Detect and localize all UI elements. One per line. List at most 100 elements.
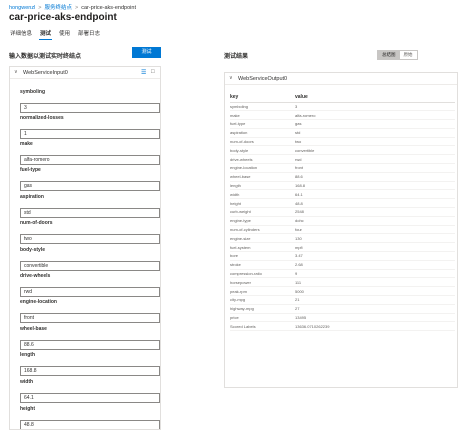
row-key: fuel-type — [230, 119, 295, 129]
table-row: width 64.1 — [230, 189, 455, 200]
symboling-input[interactable] — [20, 103, 160, 113]
input-panel-title: WebServiceInput0 — [23, 70, 68, 76]
test-button[interactable]: 测试 — [132, 47, 161, 58]
row-value: convertible — [295, 145, 455, 156]
row-value: dohc — [295, 216, 455, 226]
row-value: 111 — [295, 277, 455, 288]
field-label: body-style — [20, 247, 46, 253]
aspiration-input[interactable] — [20, 208, 160, 218]
row-key: symboling — [230, 102, 295, 112]
row-value: gas — [295, 119, 455, 129]
row-value: 130 — [295, 233, 455, 244]
table-row: peak-rpm 5000 — [230, 286, 455, 297]
field-normalized-losses: normalized-losses — [20, 115, 160, 140]
field-body-style: body-style — [20, 247, 160, 272]
engine-location-input[interactable] — [20, 313, 160, 323]
toggle-raw[interactable]: 原始 — [399, 51, 417, 59]
row-key: engine-location — [230, 163, 295, 173]
field-label: wheel-base — [20, 326, 47, 332]
table-row: num-of-cylinders four — [230, 225, 455, 235]
row-value: 88.6 — [295, 172, 455, 182]
row-key: highway-mpg — [230, 304, 295, 314]
output-panel-header[interactable]: ∨ WebServiceOutput0 — [225, 73, 457, 85]
tab-test[interactable]: 测试 — [39, 29, 53, 40]
row-value: 3.47 — [295, 251, 455, 261]
table-row: aspiration std — [230, 128, 455, 138]
breadcrumb-separator: > — [38, 5, 42, 11]
row-key: make — [230, 110, 295, 121]
width-input[interactable] — [20, 393, 160, 403]
field-label: normalized-losses — [20, 115, 64, 121]
row-value: 2.68 — [295, 260, 455, 270]
row-value: two — [295, 137, 455, 147]
page-title: car-price-aks-endpoint — [9, 12, 117, 23]
wheel-base-input[interactable] — [20, 340, 160, 350]
table-row: horsepower 111 — [230, 277, 455, 288]
breadcrumb-separator: > — [75, 5, 79, 11]
row-key: price — [230, 313, 295, 323]
row-value: 27 — [295, 304, 455, 314]
drive-wheels-input[interactable] — [20, 287, 160, 297]
row-key: stroke — [230, 260, 295, 270]
row-key: num-of-cylinders — [230, 225, 295, 235]
table-row: engine-size 130 — [230, 233, 455, 244]
normalized-losses-input[interactable] — [20, 129, 160, 139]
table-row: engine-location front — [230, 163, 455, 173]
length-input[interactable] — [20, 366, 160, 376]
input-panel-header[interactable]: ∨ WebServiceInput0 ☰ □ — [10, 67, 160, 79]
field-height: height — [20, 406, 160, 429]
table-row: curb-weight 2548 — [230, 207, 455, 217]
view-toggle: 总结图 原始 — [377, 50, 418, 60]
breadcrumb-workspace[interactable]: hongwenzl — [9, 5, 35, 11]
results-heading: 测试结果 — [224, 54, 249, 60]
table-row: symboling 3 — [230, 102, 455, 112]
field-wheel-base: wheel-base — [20, 326, 160, 351]
field-label: make — [20, 141, 33, 147]
document-icon[interactable]: □ — [151, 69, 155, 75]
chevron-down-icon[interactable]: ∨ — [229, 75, 233, 81]
field-symboling: symboling — [20, 89, 160, 114]
table-row: num-of-doors two — [230, 137, 455, 147]
row-key: bore — [230, 251, 295, 261]
tab-consume[interactable]: 使用 — [58, 29, 71, 40]
breadcrumb: hongwenzl > 服务终结点 > car-price-aks-endpoint — [9, 3, 136, 11]
row-key: curb-weight — [230, 207, 295, 217]
row-value: 9 — [295, 269, 455, 279]
row-value: 64.1 — [295, 189, 455, 200]
column-header-value: value — [295, 92, 455, 103]
table-row: fuel-system mpfi — [230, 242, 455, 253]
field-num-of-doors: num-of-doors — [20, 220, 160, 245]
output-rows: symboling 3 make alfa-romero fuel-type gas asp… — [230, 102, 455, 332]
height-input[interactable] — [20, 420, 160, 429]
toggle-summary[interactable]: 总结图 — [378, 51, 400, 59]
tab-deployment-logs[interactable]: 部署日志 — [77, 29, 101, 40]
make-input[interactable] — [20, 155, 160, 165]
table-row: compression-ratio 9 — [230, 269, 455, 279]
table-row: stroke 2.68 — [230, 260, 455, 270]
row-key: length — [230, 181, 295, 191]
row-value: mpfi — [295, 242, 455, 253]
num-of-doors-input[interactable] — [20, 234, 160, 244]
row-key: compression-ratio — [230, 269, 295, 279]
body-style-input[interactable] — [20, 261, 160, 271]
input-panel: ∨ WebServiceInput0 ☰ □ symboling normali… — [9, 66, 161, 430]
field-make: make — [20, 141, 160, 166]
row-key: horsepower — [230, 277, 295, 288]
list-view-icon[interactable]: ☰ — [141, 69, 146, 76]
field-label: width — [20, 379, 34, 385]
output-panel-title: WebServiceOutput0 — [238, 76, 288, 82]
table-row: drive-wheels rwd — [230, 154, 455, 165]
table-row: body-style convertible — [230, 145, 455, 156]
breadcrumb-section[interactable]: 服务终结点 — [45, 5, 73, 11]
tab-details[interactable]: 详细信息 — [9, 29, 33, 40]
table-row: bore 3.47 — [230, 251, 455, 261]
fuel-type-input[interactable] — [20, 181, 160, 191]
field-fuel-type: fuel-type — [20, 167, 160, 192]
table-row: highway-mpg 27 — [230, 304, 455, 314]
chevron-down-icon[interactable]: ∨ — [14, 69, 18, 75]
row-key: engine-size — [230, 233, 295, 244]
input-heading: 输入数据以测试实时终结点 — [9, 54, 82, 60]
field-label: aspiration — [20, 194, 44, 200]
table-header-row: key value — [230, 92, 455, 103]
row-value: 2548 — [295, 207, 455, 217]
